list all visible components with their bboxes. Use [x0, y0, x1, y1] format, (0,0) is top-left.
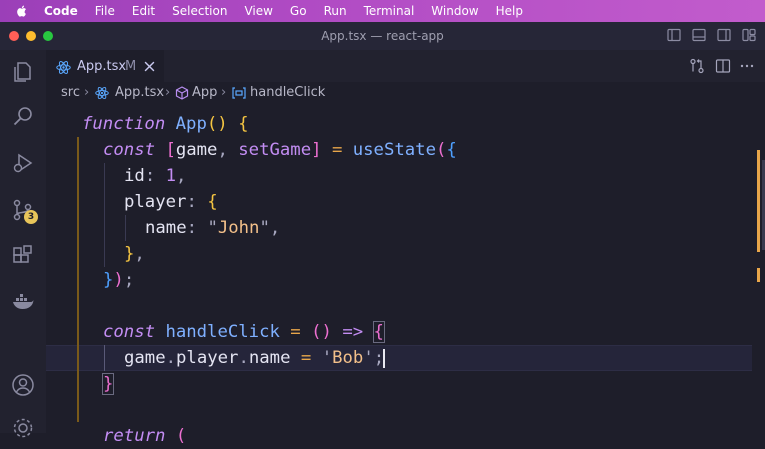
menu-terminal[interactable]: Terminal	[364, 4, 415, 18]
menu-run[interactable]: Run	[324, 4, 347, 18]
open-changes-icon[interactable]	[689, 58, 705, 74]
breadcrumb-symbol[interactable]: handleClick	[250, 85, 325, 100]
breadcrumb-folder[interactable]: src	[61, 85, 80, 100]
breadcrumb-component[interactable]: App	[192, 85, 217, 100]
tab-label: App.tsx	[77, 59, 127, 74]
split-editor-icon[interactable]	[715, 58, 731, 74]
symbol-variable-icon	[232, 87, 246, 99]
more-actions-icon[interactable]	[739, 58, 755, 74]
manage-gear-icon[interactable]	[11, 416, 35, 440]
overview-ruler-marker	[757, 268, 760, 282]
source-control-badge: 3	[24, 210, 38, 224]
tab-modified-indicator: M	[125, 59, 137, 74]
toggle-primary-sidebar-icon[interactable]	[667, 28, 681, 42]
tab-app-tsx[interactable]: App.tsx M	[46, 50, 164, 83]
run-and-debug-icon[interactable]	[11, 151, 35, 175]
chevron-right-icon: ›	[165, 85, 171, 100]
code-line-2: const [game, setGame] = useState({	[103, 140, 457, 160]
code-line-4: player: {	[124, 192, 218, 212]
code-line-5: name: "John",	[145, 218, 281, 238]
indent-guide	[104, 345, 105, 371]
apple-logo-icon[interactable]	[14, 4, 30, 18]
docker-icon[interactable]	[11, 290, 35, 314]
window-title: App.tsx — react-app	[321, 29, 444, 43]
menu-go[interactable]: Go	[290, 4, 307, 18]
indent-guide	[125, 215, 126, 241]
breadcrumb: src › App.tsx › App › handleClick	[46, 82, 765, 104]
accounts-icon[interactable]	[11, 373, 35, 397]
breadcrumb-file[interactable]: App.tsx	[115, 85, 164, 100]
code-line-7: });	[103, 270, 135, 290]
menu-window[interactable]: Window	[431, 4, 478, 18]
macos-menu-bar: Code File Edit Selection View Go Run Ter…	[0, 0, 765, 22]
code-line-3: id: 1,	[124, 166, 187, 186]
extensions-icon[interactable]	[11, 244, 35, 268]
text-cursor	[383, 349, 385, 368]
code-line-6: },	[124, 244, 145, 264]
code-line-9: const handleClick = () => {	[103, 321, 385, 343]
react-file-icon	[56, 61, 71, 74]
code-line-13: return (	[103, 426, 187, 446]
chevron-right-icon: ›	[84, 85, 90, 100]
code-line-10: game.player.name = 'Bob';	[124, 348, 385, 368]
toggle-secondary-sidebar-icon[interactable]	[717, 28, 731, 42]
chevron-right-icon: ›	[221, 85, 227, 100]
code-line-1: function App() {	[82, 114, 249, 134]
menu-edit[interactable]: Edit	[132, 4, 155, 18]
symbol-method-icon	[175, 86, 189, 100]
overview-ruler-marker	[757, 150, 760, 252]
menu-selection[interactable]: Selection	[172, 4, 227, 18]
indent-guide-active	[77, 137, 79, 422]
close-tab-icon[interactable]	[144, 61, 155, 72]
menu-file[interactable]: File	[95, 4, 115, 18]
menu-help[interactable]: Help	[496, 4, 523, 18]
indent-guide	[104, 163, 105, 267]
menu-app-name[interactable]: Code	[44, 4, 78, 18]
react-file-icon	[95, 86, 109, 100]
search-icon[interactable]	[11, 105, 35, 129]
customize-layout-icon[interactable]	[742, 28, 756, 42]
menu-view[interactable]: View	[244, 4, 272, 18]
toggle-panel-icon[interactable]	[692, 28, 706, 42]
code-line-11: }	[101, 373, 115, 395]
explorer-icon[interactable]	[11, 60, 35, 84]
